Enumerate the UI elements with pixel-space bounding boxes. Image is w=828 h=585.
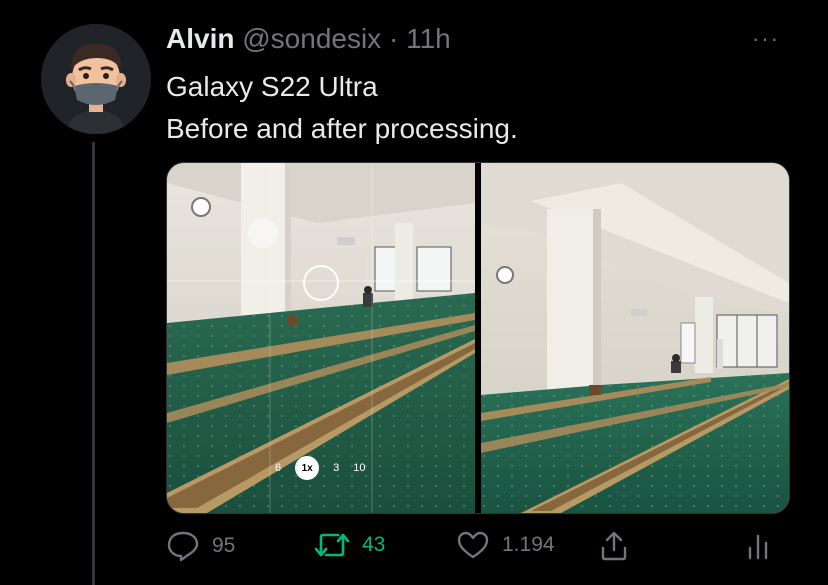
like-button[interactable]: 1.194 bbox=[456, 530, 555, 560]
tweet-actions: 95 43 1.194 bbox=[166, 530, 786, 570]
retweet-button[interactable]: 43 bbox=[314, 530, 385, 560]
tweet-text-line-2: Before and after processing. bbox=[166, 113, 518, 144]
zoom-option-wide: 6 bbox=[275, 462, 282, 474]
author-name[interactable]: Alvin bbox=[166, 23, 234, 54]
author-handle[interactable]: @sondesix bbox=[242, 23, 381, 54]
reply-count: 95 bbox=[212, 534, 236, 557]
tweet-text-line-1: Galaxy S22 Ultra bbox=[166, 71, 378, 102]
like-count: 1.194 bbox=[502, 533, 555, 556]
heart-icon bbox=[457, 531, 489, 559]
separator-dot: · bbox=[388, 23, 399, 54]
avatar[interactable] bbox=[41, 24, 151, 134]
thread-line bbox=[92, 142, 95, 585]
media-grid: 6 1x 3 10 bbox=[166, 162, 790, 514]
retweet-count: 43 bbox=[362, 533, 386, 556]
media-photo-after[interactable] bbox=[481, 163, 789, 513]
analytics-icon bbox=[748, 534, 768, 560]
zoom-option-10x: 10 bbox=[353, 462, 366, 474]
memoji-avatar-icon bbox=[41, 24, 151, 134]
share-icon bbox=[601, 531, 627, 561]
tweet-header: Alvin @sondesix · 11h bbox=[166, 22, 451, 56]
zoom-option-selected: 1x bbox=[295, 456, 320, 480]
retweet-icon bbox=[314, 533, 350, 557]
analytics-button[interactable] bbox=[746, 530, 772, 562]
mosque-interior-photo-after bbox=[481, 163, 789, 513]
reply-button[interactable]: 95 bbox=[166, 530, 235, 562]
share-button[interactable] bbox=[598, 530, 630, 562]
camera-zoom-bar: 6 1x 3 10 bbox=[275, 455, 366, 481]
reply-icon bbox=[167, 531, 199, 562]
timestamp[interactable]: 11h bbox=[406, 23, 451, 54]
tweet-text: Galaxy S22 Ultra Before and after proces… bbox=[166, 66, 518, 150]
zoom-option-3x: 3 bbox=[333, 462, 340, 474]
media-photo-before[interactable]: 6 1x 3 10 bbox=[167, 163, 475, 513]
more-options-button[interactable]: ··· bbox=[752, 26, 780, 52]
